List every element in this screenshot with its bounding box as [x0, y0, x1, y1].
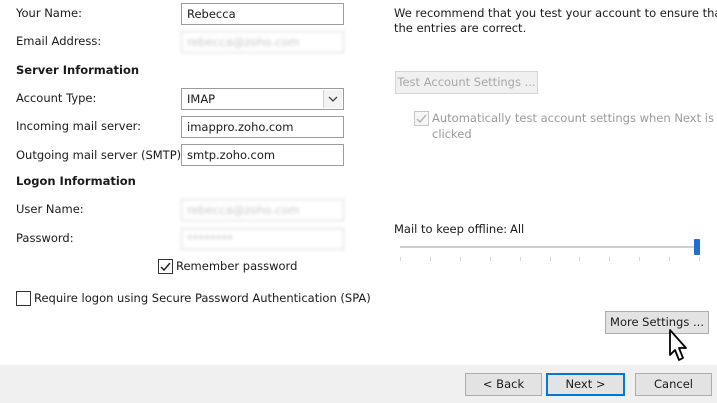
your-name-label: Your Name:	[16, 6, 83, 20]
slider-tick	[639, 257, 641, 261]
email-address-label: Email Address:	[16, 34, 102, 48]
user-name-label: User Name:	[16, 202, 84, 216]
back-button[interactable]: < Back	[465, 373, 542, 396]
remember-password-label[interactable]: Remember password	[176, 259, 297, 273]
auto-test-checkbox[interactable]	[414, 111, 429, 126]
more-settings-button[interactable]: More Settings ...	[605, 311, 709, 334]
slider-tick	[459, 257, 461, 261]
password-input[interactable]: ********	[181, 228, 344, 250]
test-account-settings-button[interactable]: Test Account Settings ...	[395, 71, 538, 94]
checkmark-icon	[416, 114, 427, 123]
remember-password-checkbox[interactable]	[158, 259, 173, 274]
account-type-label: Account Type:	[16, 91, 97, 105]
slider-tick	[579, 257, 581, 261]
user-name-input[interactable]: rebecca@zoho.com	[181, 199, 344, 221]
spa-label[interactable]: Require logon using Secure Password Auth…	[34, 291, 371, 305]
slider-tick	[400, 257, 401, 261]
password-label: Password:	[16, 231, 74, 245]
mail-offline-label: Mail to keep offline:	[394, 222, 508, 236]
outgoing-server-label: Outgoing mail server (SMTP):	[16, 148, 186, 162]
incoming-server-label: Incoming mail server:	[16, 119, 142, 133]
mail-offline-value: All	[510, 222, 525, 236]
spa-checkbox[interactable]	[16, 291, 31, 306]
incoming-server-input[interactable]: imappro.zoho.com	[181, 116, 344, 138]
email-address-input[interactable]: rebecca@zoho.com	[181, 31, 344, 53]
account-type-value: IMAP	[187, 92, 216, 106]
slider-tick	[609, 257, 611, 261]
auto-test-label-line2: clicked	[432, 127, 472, 141]
slider-tick	[429, 257, 431, 261]
offline-slider-track[interactable]	[400, 246, 700, 248]
outgoing-server-input[interactable]: smtp.zoho.com	[181, 144, 344, 166]
account-type-select[interactable]: IMAP	[181, 88, 344, 110]
slider-tick	[519, 257, 521, 261]
slider-tick	[549, 257, 551, 261]
your-name-input[interactable]: Rebecca	[181, 3, 344, 25]
slider-tick	[699, 257, 700, 261]
cancel-button[interactable]: Cancel	[635, 373, 712, 396]
logon-information-heading: Logon Information	[16, 174, 136, 188]
slider-tick	[489, 257, 491, 261]
mouse-pointer-icon	[669, 329, 687, 361]
server-information-heading: Server Information	[16, 63, 140, 77]
checkmark-icon	[160, 262, 171, 271]
auto-test-label-line1: Automatically test account settings when…	[432, 111, 714, 125]
chevron-down-icon[interactable]	[323, 90, 342, 108]
offline-slider-ticks	[400, 257, 700, 261]
offline-slider-thumb[interactable]	[694, 239, 700, 255]
next-button[interactable]: Next >	[546, 373, 625, 396]
slider-tick	[669, 257, 671, 261]
recommend-text-line1: We recommend that you test your account …	[394, 6, 717, 20]
recommend-text-line2: the entries are correct.	[394, 21, 527, 35]
